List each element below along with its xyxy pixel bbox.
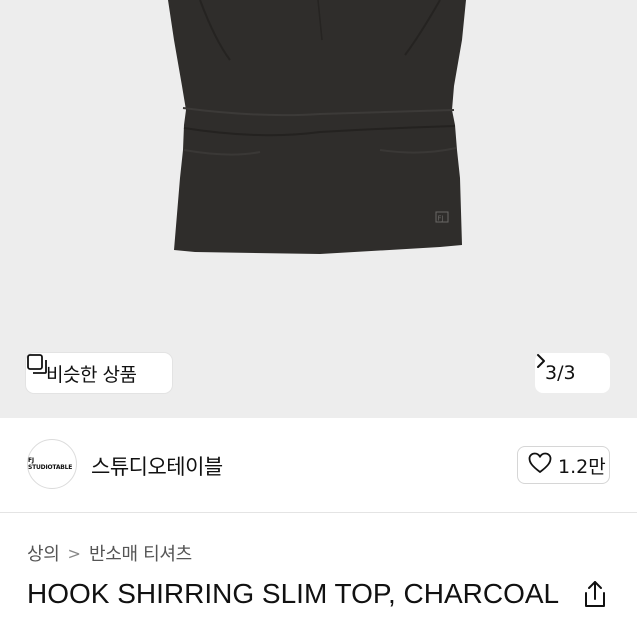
similar-products-label: 비슷한 상품 [46,363,137,386]
product-title: HOOK SHIRRING SLIM TOP, CHARCOAL [27,578,560,609]
brand-logo[interactable]: FJ STUDIOTABLE [27,439,77,489]
breadcrumb-category[interactable]: 상의 [27,540,60,566]
breadcrumb-subcategory[interactable]: 반소매 티셔츠 [89,540,192,566]
similar-products-button[interactable]: 비슷한 상품 [26,353,172,393]
brand-name[interactable]: 스튜디오테이블 [91,451,223,481]
like-count: 1.2만 [558,455,606,478]
share-button[interactable] [580,579,610,611]
breadcrumb-separator: > [67,543,81,563]
breadcrumb: 상의 > 반소매 티셔츠 [27,540,192,566]
heart-outline-icon [528,452,552,478]
svg-text:FJ: FJ [438,215,444,223]
image-counter-button[interactable]: 3/3 [535,353,610,393]
product-image-area[interactable]: FJ 비슷한 상품 3/3 [0,0,637,418]
brand-logo-text: FJ STUDIOTABLE [28,457,73,471]
share-icon [580,581,610,615]
brand-row: FJ STUDIOTABLE 스튜디오테이블 1.2만 [0,418,637,513]
like-button[interactable]: 1.2만 [517,446,610,484]
image-counter-label: 3/3 [545,362,576,384]
